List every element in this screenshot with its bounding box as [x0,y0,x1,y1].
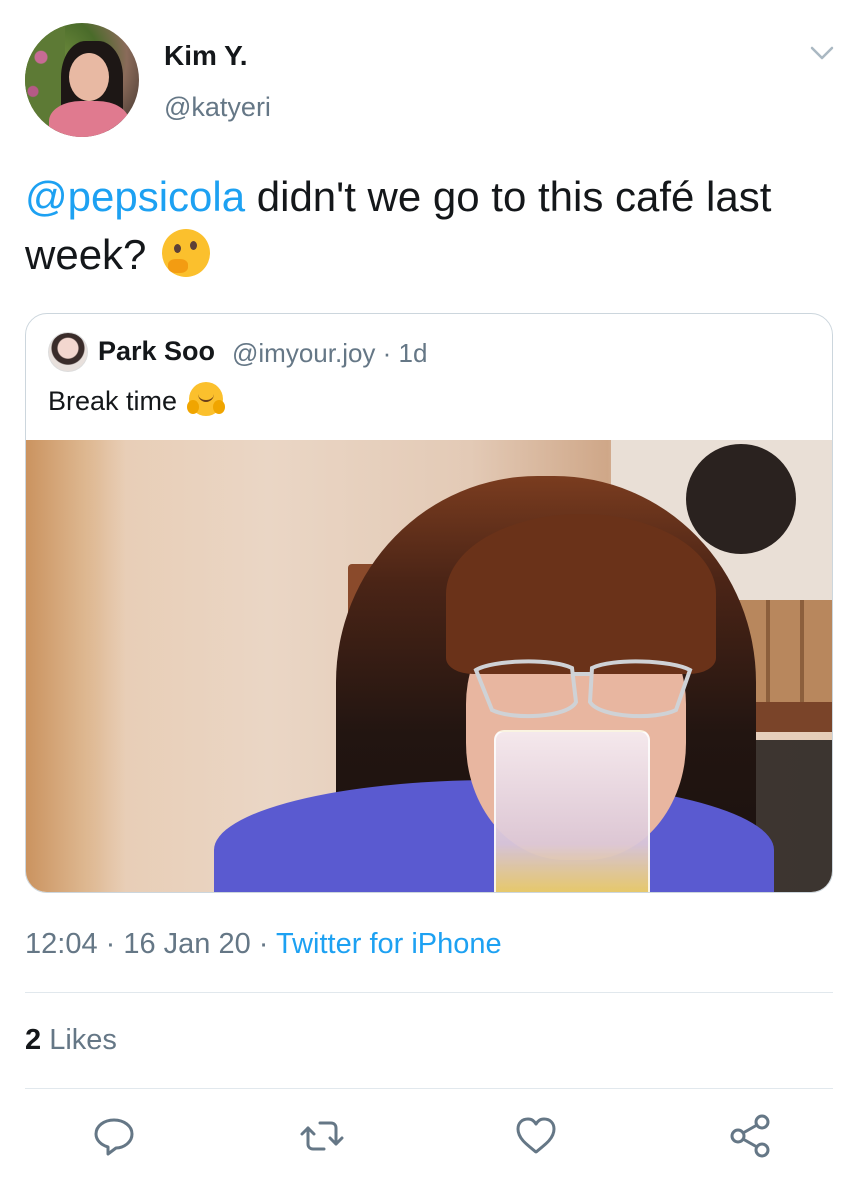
author-display-name[interactable]: Kim Y. [164,40,248,72]
thinking-face-emoji-icon [162,229,211,277]
quoted-tweet-card[interactable]: Park Soo @imyour.joy · 1d Break time [25,313,833,893]
heart-icon [516,1117,556,1154]
quoted-author-name: Park Soo [98,336,216,366]
retweet-button[interactable] [298,1112,346,1160]
tweet-source-link[interactable]: Twitter for iPhone [276,928,502,960]
hugging-face-emoji-icon [186,382,223,416]
tweet-text: @pepsicola didn't we go to this café las… [25,168,825,284]
tweet-time: 12:04 [25,928,98,960]
likes-label: Likes [41,1024,117,1056]
like-button[interactable] [512,1112,560,1160]
chevron-down-icon[interactable] [808,42,836,64]
reply-button[interactable] [90,1112,138,1160]
likes-stat[interactable]: 2 Likes [25,1024,117,1057]
likes-count: 2 [25,1024,42,1056]
retweet-icon [300,1121,344,1151]
divider [25,1088,833,1089]
meta-separator: · [250,928,276,960]
reply-icon [94,1118,134,1156]
quoted-tweet-photo[interactable] [26,440,832,892]
author-avatar[interactable] [25,23,139,137]
tweet-date: 16 Jan 20 [123,928,251,960]
quoted-tweet-text: Break time [48,382,223,417]
tweet-meta: 12:04 · 16 Jan 20 · Twitter for iPhone [25,928,502,961]
author-handle[interactable]: @katyeri [164,92,271,123]
meta-separator: · [97,928,124,960]
divider [25,992,833,993]
share-button[interactable] [726,1112,774,1160]
quoted-author-avatar [48,332,88,372]
quoted-author-handle: @imyour.joy · 1d [232,338,428,368]
quoted-tweet-body: Break time [48,386,185,416]
share-icon [730,1114,770,1158]
mention-link[interactable]: @pepsicola [25,173,245,220]
